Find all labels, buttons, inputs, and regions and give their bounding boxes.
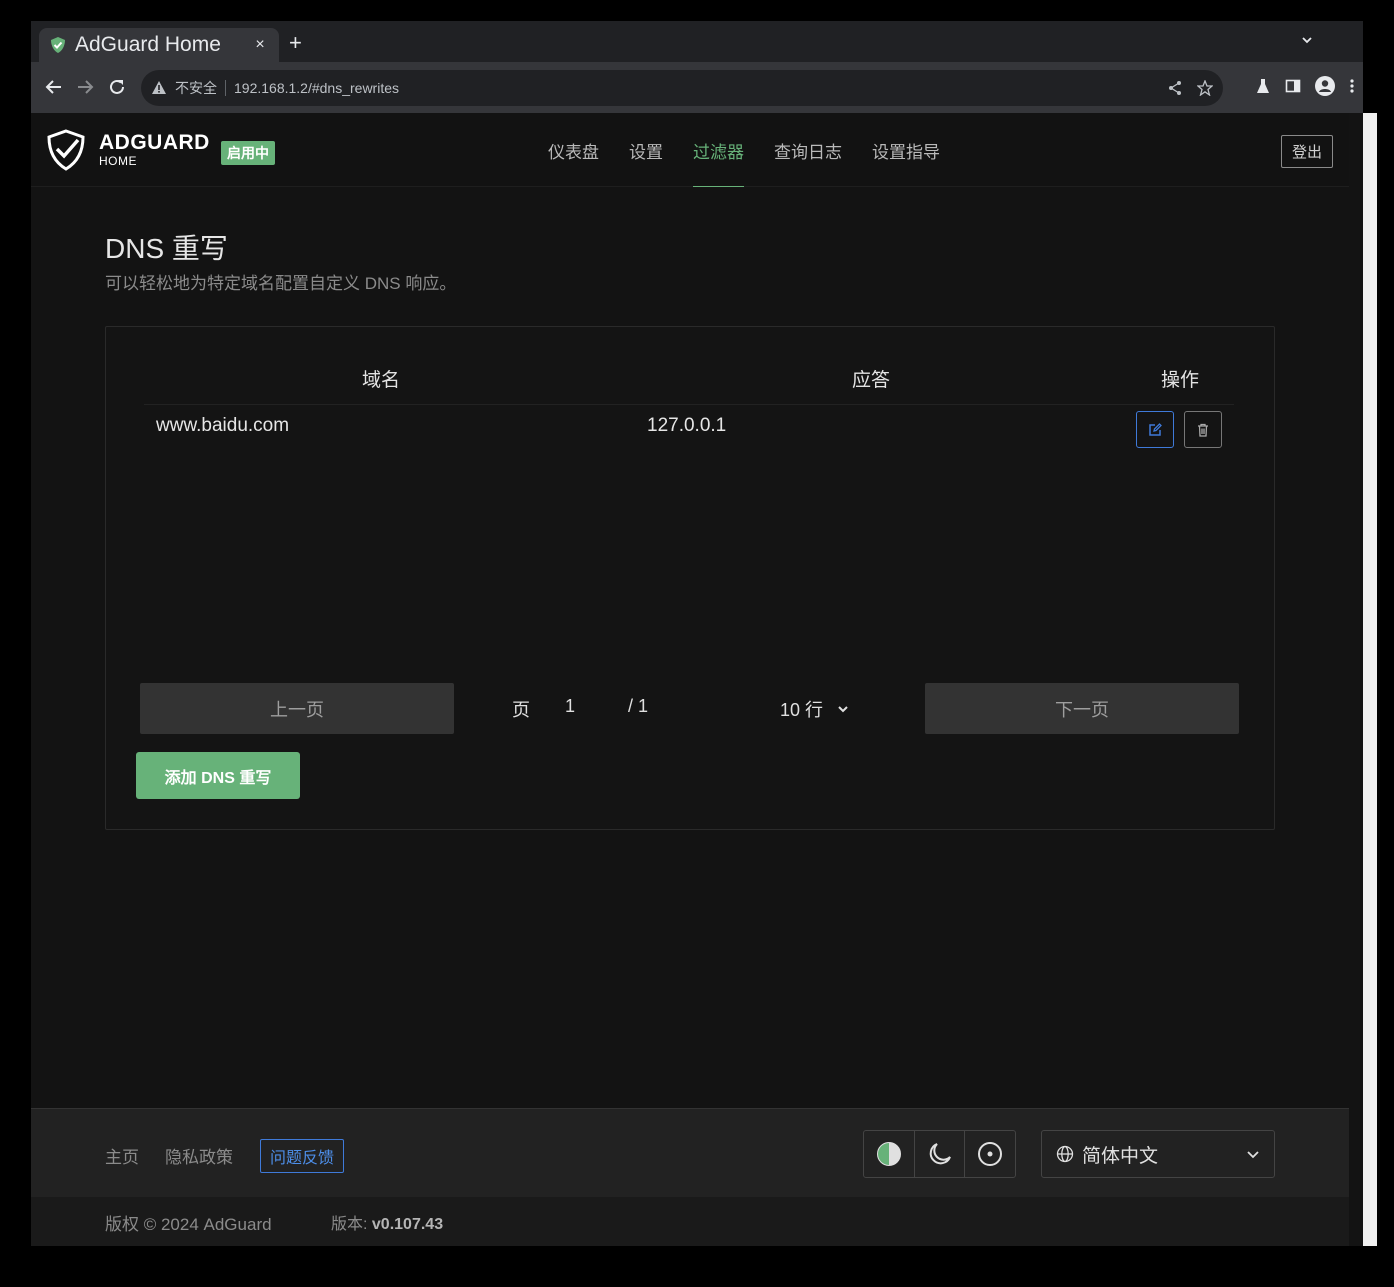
nav-setup-guide[interactable]: 设置指导 [857, 113, 955, 187]
nav-filters[interactable]: 过滤器 [678, 113, 759, 187]
adguard-logo-icon [47, 129, 85, 171]
rewrites-card: 域名 应答 操作 www.baidu.com 127.0.0.1 上一页 页 1… [105, 326, 1275, 830]
language-label: 简体中文 [1082, 1145, 1159, 1167]
contrast-icon [876, 1142, 901, 1166]
column-header-domain[interactable]: 域名 [362, 365, 400, 392]
globe-icon [1056, 1145, 1074, 1163]
tab-close-icon[interactable]: × [251, 36, 269, 54]
edit-icon [1149, 422, 1162, 436]
reload-icon[interactable] [106, 76, 128, 98]
profile-avatar-icon[interactable] [1315, 76, 1335, 96]
chevron-down-icon [1247, 1151, 1259, 1159]
browser-window: AdGuard Home × + 不安全 192.168.1.2/#dns_re… [31, 21, 1377, 1246]
tab-search-chevron-icon[interactable] [1301, 34, 1313, 46]
nav-settings[interactable]: 设置 [614, 113, 678, 187]
theme-light-button[interactable] [965, 1131, 1015, 1177]
security-label: 不安全 [175, 80, 217, 96]
side-panel-icon[interactable] [1285, 78, 1301, 94]
tab-strip: AdGuard Home × + [31, 21, 1363, 62]
new-tab-button[interactable]: + [289, 32, 302, 54]
forward-icon[interactable] [74, 76, 96, 98]
adguard-shield-icon [51, 37, 65, 53]
total-pages: / 1 [628, 696, 649, 716]
bookmark-star-icon[interactable] [1197, 80, 1213, 96]
more-menu-icon[interactable] [1349, 78, 1355, 94]
logo-subtitle: HOME [99, 154, 137, 168]
next-page-button[interactable]: 下一页 [925, 683, 1239, 734]
labs-flask-icon[interactable] [1255, 78, 1271, 94]
chevron-down-icon [838, 706, 848, 713]
omnibox-separator [225, 80, 226, 96]
browser-toolbar: 不安全 192.168.1.2/#dns_rewrites [31, 62, 1363, 113]
column-header-answer[interactable]: 应答 [852, 365, 890, 392]
rewrite-answer: 127.0.0.1 [647, 415, 727, 436]
moon-icon [929, 1143, 951, 1165]
page-description: 可以轻松地为特定域名配置自定义 DNS 响应。 [105, 274, 457, 293]
table-header-divider [144, 404, 1234, 405]
browser-tab[interactable]: AdGuard Home × [39, 28, 279, 62]
copyright: 版权 © 2024 AdGuard [105, 1215, 272, 1234]
adguard-logo[interactable]: ADGUARD HOME [45, 129, 210, 171]
security-indicator[interactable]: 不安全 [151, 78, 217, 98]
previous-page-button[interactable]: 上一页 [140, 683, 454, 734]
bottom-bar: 版权 © 2024 AdGuard 版本: v0.107.43 [31, 1197, 1349, 1246]
page-number-input[interactable]: 1 [565, 696, 575, 717]
version-info: 版本: v0.107.43 [331, 1210, 443, 1234]
nav-query-log[interactable]: 查询日志 [759, 113, 857, 187]
footer-link-privacy[interactable]: 隐私政策 [165, 1143, 233, 1168]
share-icon[interactable] [1167, 80, 1183, 96]
theme-switcher [863, 1130, 1016, 1178]
url-text[interactable]: 192.168.1.2/#dns_rewrites [234, 80, 399, 96]
version-label: 版本: [331, 1216, 372, 1233]
back-icon[interactable] [43, 76, 65, 98]
scrollbar[interactable] [1363, 113, 1377, 1246]
protection-status-badge: 启用中 [221, 141, 275, 165]
tab-title: AdGuard Home [75, 33, 221, 56]
app-header: ADGUARD HOME 启用中 仪表盘 设置 过滤器 查询日志 设置指导 登出 [31, 113, 1349, 187]
theme-auto-button[interactable] [864, 1131, 915, 1177]
rows-per-page-value: 10 行 [780, 700, 824, 720]
version-number: v0.107.43 [371, 1216, 444, 1233]
language-select[interactable]: 简体中文 [1041, 1130, 1275, 1178]
warning-icon [152, 81, 166, 94]
footer: 主页 隐私政策 问题反馈 简体中文 [31, 1108, 1349, 1197]
trash-icon [1198, 423, 1208, 437]
rewrite-domain: www.baidu.com [156, 415, 290, 436]
column-header-actions: 操作 [1161, 370, 1200, 391]
feedback-button[interactable]: 问题反馈 [260, 1139, 345, 1173]
page-label: 页 [512, 700, 530, 720]
nav-dashboard[interactable]: 仪表盘 [533, 113, 614, 187]
edit-rewrite-button[interactable] [1136, 411, 1174, 448]
rows-per-page-select[interactable]: 10 行 [780, 696, 849, 722]
footer-link-home[interactable]: 主页 [105, 1143, 139, 1168]
theme-dark-button[interactable] [915, 1131, 966, 1177]
main-nav: 仪表盘 设置 过滤器 查询日志 设置指导 [533, 113, 955, 187]
logout-button[interactable]: 登出 [1280, 135, 1333, 168]
page-viewport: ADGUARD HOME 启用中 仪表盘 设置 过滤器 查询日志 设置指导 登出… [31, 113, 1363, 1246]
add-dns-rewrite-button[interactable]: 添加 DNS 重写 [136, 752, 300, 799]
logo-title: ADGUARD [99, 131, 210, 154]
page-title: DNS 重写 [105, 233, 228, 264]
sun-icon [978, 1142, 1003, 1166]
delete-rewrite-button[interactable] [1184, 411, 1222, 448]
address-bar[interactable]: 不安全 192.168.1.2/#dns_rewrites [141, 70, 1223, 106]
